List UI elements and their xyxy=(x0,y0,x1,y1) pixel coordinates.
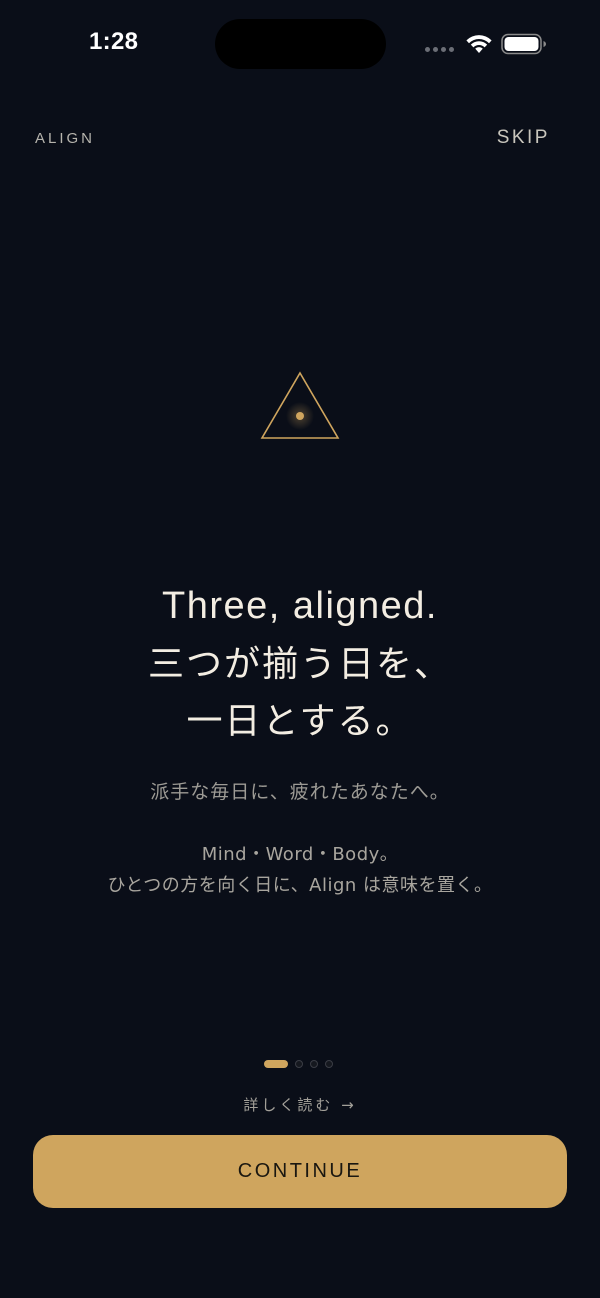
onboarding-screen: 1:28 ALIGN SKIP Three, aligned. 三つが揃う日を、 xyxy=(0,0,600,1298)
cellular-signal-icon xyxy=(425,47,454,52)
body-line1: Mind・Word・Body。 xyxy=(201,844,399,865)
dynamic-island xyxy=(215,19,386,69)
headline-japanese: 三つが揃う日を、 一日とする。 xyxy=(0,636,600,750)
battery-icon xyxy=(501,33,546,55)
page-dot[interactable] xyxy=(325,1060,333,1068)
brand-label: ALIGN xyxy=(35,130,96,147)
headline: Three, aligned. 三つが揃う日を、 一日とする。 xyxy=(0,582,600,750)
body-line2: ひとつの方を向く日に、Align は意味を置く。 xyxy=(107,875,493,896)
skip-button[interactable]: SKIP xyxy=(497,127,550,149)
page-dot[interactable] xyxy=(295,1060,303,1068)
continue-button[interactable]: CONTINUE xyxy=(33,1135,567,1208)
wifi-icon xyxy=(466,35,492,53)
page-indicator xyxy=(264,1060,333,1068)
status-time: 1:28 xyxy=(89,28,139,55)
headline-japanese-line2: 一日とする。 xyxy=(186,701,414,742)
subtitle: 派手な毎日に、疲れたあなたへ。 xyxy=(150,781,450,803)
headline-japanese-line1: 三つが揃う日を、 xyxy=(147,644,452,685)
read-more-link[interactable]: 詳しく読む → xyxy=(0,1094,600,1115)
triangle-dot-icon xyxy=(260,371,340,439)
body-text: Mind・Word・Body。 ひとつの方を向く日に、Align は意味を置く。 xyxy=(0,839,600,901)
headline-english: Three, aligned. xyxy=(162,585,438,627)
page-dot[interactable] xyxy=(310,1060,318,1068)
page-dot-active[interactable] xyxy=(264,1060,288,1068)
